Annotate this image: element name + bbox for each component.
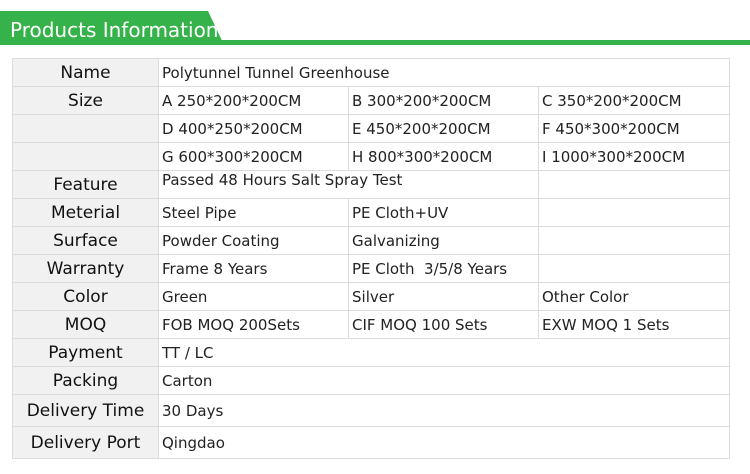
row-label: Size xyxy=(12,86,159,115)
table-row-size-2: D 400*250*200CM E 450*200*200CM F 450*30… xyxy=(12,114,731,143)
cell-value xyxy=(537,254,731,283)
table-row-material: Meterial Steel Pipe PE Cloth+UV xyxy=(12,198,731,227)
cell-value: Passed 48 Hours Salt Spray Test xyxy=(158,170,539,199)
cell-value: C 350*200*200CM xyxy=(537,86,731,115)
cell-value: CIF MOQ 100 Sets xyxy=(348,310,539,339)
page-title: Products Information xyxy=(10,18,219,42)
cell-value: B 300*200*200CM xyxy=(348,86,539,115)
cell-value: Galvanizing xyxy=(348,226,539,255)
products-info-table: Name Polytunnel Tunnel Greenhouse Size A… xyxy=(12,58,731,459)
row-label: Color xyxy=(12,282,159,311)
table-row-delivery-time: Delivery Time 30 Days xyxy=(12,394,731,427)
row-label: Warranty xyxy=(12,254,159,283)
cell-value: D 400*250*200CM xyxy=(158,114,349,143)
cell-value: Other Color xyxy=(537,282,731,311)
table-row-moq: MOQ FOB MOQ 200Sets CIF MOQ 100 Sets EXW… xyxy=(12,310,731,339)
cell-value xyxy=(537,226,731,255)
table-row-size: Size A 250*200*200CM B 300*200*200CM C 3… xyxy=(12,86,731,115)
table-row-warranty: Warranty Frame 8 Years PE Cloth 3/5/8 Ye… xyxy=(12,254,731,283)
row-label xyxy=(12,142,159,171)
cell-value: Green xyxy=(158,282,349,311)
table-row-name: Name Polytunnel Tunnel Greenhouse xyxy=(12,58,731,87)
row-label: MOQ xyxy=(12,310,159,339)
row-label: Feature xyxy=(12,170,159,199)
cell-value xyxy=(537,198,731,227)
cell-value: Powder Coating xyxy=(158,226,349,255)
table-row-feature: Feature Passed 48 Hours Salt Spray Test xyxy=(12,170,731,199)
cell-value: PE Cloth+UV xyxy=(348,198,539,227)
cell-value: Polytunnel Tunnel Greenhouse xyxy=(157,58,731,87)
table-row-surface: Surface Powder Coating Galvanizing xyxy=(12,226,731,255)
table-row-size-3: G 600*300*200CM H 800*300*200CM I 1000*3… xyxy=(12,142,731,171)
cell-value: Carton xyxy=(157,366,731,395)
cell-value: Steel Pipe xyxy=(158,198,349,227)
row-label: Payment xyxy=(12,338,159,367)
row-label: Meterial xyxy=(12,198,159,227)
table-row-packing: Packing Carton xyxy=(12,366,731,395)
cell-value: Qingdao xyxy=(157,426,731,459)
row-label: Packing xyxy=(12,366,159,395)
row-label: Surface xyxy=(12,226,159,255)
cell-value: A 250*200*200CM xyxy=(158,86,349,115)
cell-value: G 600*300*200CM xyxy=(158,142,349,171)
row-label: Name xyxy=(12,58,159,87)
cell-value: TT / LC xyxy=(157,338,731,367)
cell-value: Frame 8 Years xyxy=(158,254,349,283)
table-row-color: Color Green Silver Other Color xyxy=(12,282,731,311)
cell-value: 30 Days xyxy=(157,394,731,427)
cell-value xyxy=(537,170,731,199)
cell-value: I 1000*300*200CM xyxy=(537,142,731,171)
table-row-delivery-port: Delivery Port Qingdao xyxy=(12,426,731,459)
cell-value: F 450*300*200CM xyxy=(537,114,731,143)
table-row-payment: Payment TT / LC xyxy=(12,338,731,367)
cell-value: PE Cloth 3/5/8 Years xyxy=(348,254,539,283)
cell-value: H 800*300*200CM xyxy=(348,142,539,171)
cell-value: E 450*200*200CM xyxy=(348,114,539,143)
cell-value: EXW MOQ 1 Sets xyxy=(537,310,731,339)
cell-value: Silver xyxy=(348,282,539,311)
cell-value: FOB MOQ 200Sets xyxy=(158,310,349,339)
row-label: Delivery Port xyxy=(12,426,159,459)
row-label xyxy=(12,114,159,143)
row-label: Delivery Time xyxy=(12,394,159,427)
